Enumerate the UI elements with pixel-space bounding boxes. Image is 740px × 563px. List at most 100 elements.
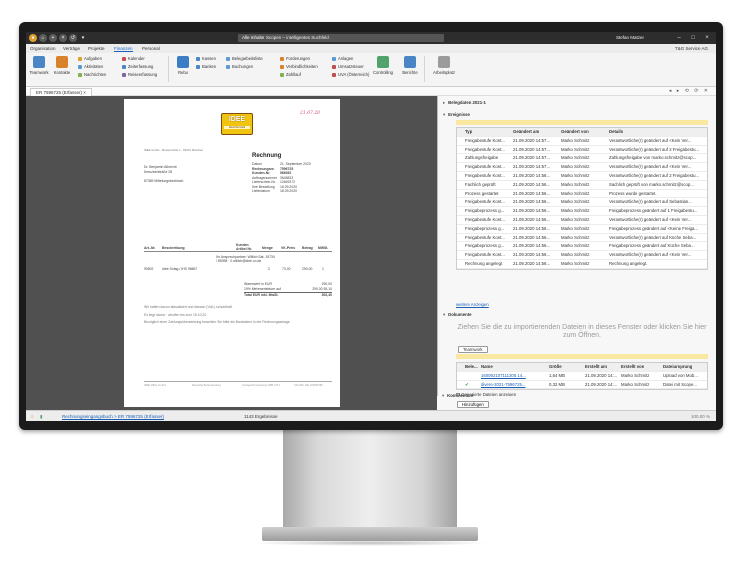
belegarbeitsliste-button[interactable]: Belegarbeitsliste (226, 56, 263, 62)
column-header[interactable]: Größe (549, 363, 562, 371)
tab-close-icon[interactable]: × (83, 90, 86, 95)
nachrichten-button[interactable]: Nachrichten (78, 72, 106, 78)
status-breadcrumb[interactable]: Rechnungseingangsbuch > ER 7596725 (Erfa… (62, 414, 164, 419)
close-circle-icon[interactable]: × (59, 34, 67, 42)
maximize-icon[interactable]: □ (688, 33, 698, 43)
pdf-viewer[interactable]: IDEE Allesinformatik 21.07.20 IDEE GmbH … (26, 96, 437, 410)
collapse-icon[interactable]: ▾ (442, 393, 444, 399)
verbindlichkeiten-button[interactable]: Verbindlichkeiten (280, 64, 318, 70)
event-row[interactable]: Freigabestufe Kont... 21.09.2020 14:57...… (457, 137, 707, 146)
ereignisse-header[interactable]: ▾ Ereignisse (443, 112, 470, 118)
search-category[interactable]: Alle Inhalte (242, 34, 264, 42)
kassen-button[interactable]: Kassen (196, 56, 216, 62)
forderungen-button[interactable]: Forderungen (280, 56, 310, 62)
column-header[interactable]: Geändert am (513, 128, 539, 136)
event-cell: Freigabeprozess g... (465, 243, 505, 249)
column-header[interactable]: Typ (465, 128, 472, 136)
nachrichten-label: Nachrichten (84, 72, 107, 77)
tab-vertraege[interactable]: Verträge (63, 46, 80, 51)
banken-button[interactable]: Banken (196, 64, 216, 70)
user-name[interactable]: Stefan Matzer (616, 35, 644, 40)
event-cell: 21.09.2020 14:57... (513, 137, 551, 143)
navigation-icons[interactable]: ◂ ▸ ⟲ ⟳ ✕ (669, 88, 710, 94)
teamwork-button[interactable]: Teamwork (28, 56, 50, 75)
event-row[interactable]: Prozess gestartet 21.09.2020 14:56... Mark… (457, 190, 707, 199)
event-row[interactable]: Freigabestufe Kont... 21.09.2020 14:56...… (457, 198, 707, 208)
file-dropzone[interactable]: Ziehen Sie die zu importierenden Dateien… (456, 324, 708, 344)
uva-button[interactable]: UVA (Österreich) (332, 72, 369, 78)
event-row[interactable]: Freigabeprozess g... 21.09.2020 14:56... M… (457, 225, 707, 234)
event-row[interactable]: Freigabeprozess g... 21.09.2020 14:56... M… (457, 242, 707, 252)
reiseerfassung-button[interactable]: Reiseerfassung (122, 72, 157, 78)
event-row[interactable]: Freigabestufe Kont... 21.09.2020 14:56...… (457, 251, 707, 260)
aufgaben-button[interactable]: Aufgaben (78, 56, 102, 62)
tab-projekte[interactable]: Projekte (88, 46, 105, 51)
teamwork-tab-button[interactable]: Teamwork (458, 346, 488, 353)
add-icon[interactable]: + (49, 34, 57, 42)
controlling-button[interactable]: Controlling (372, 56, 394, 75)
zoom-level[interactable]: 100.00 % (691, 414, 710, 419)
zeiterfassung-button[interactable]: Zeiterfassung (122, 64, 153, 70)
menu-tabs: Organisation Verträge Projekte Finanzen … (26, 44, 716, 53)
history-icon[interactable]: ↺ (69, 34, 77, 42)
home-icon[interactable]: ⌂ (39, 34, 47, 42)
column-header[interactable]: Erstellt am (585, 363, 607, 371)
event-cell: 21.09.2020 14:57... (513, 164, 551, 170)
event-row[interactable]: Freigabestufe Kont... 21.09.2020 14:56...… (457, 234, 707, 243)
event-row[interactable]: Freigabeprozess g... 21.09.2020 14:56... M… (457, 207, 707, 216)
document-link[interactable]: divere-2021-7596725... (481, 381, 547, 389)
document-cell: Upload von Mob... (663, 372, 698, 378)
column-header[interactable]: Bele... (465, 363, 478, 371)
group-by-bar[interactable] (456, 120, 708, 125)
buchungen-button[interactable]: Buchungen (226, 64, 253, 70)
search-input[interactable]: Alle Inhalte Scopen – intelligentes Such… (238, 34, 444, 42)
column-header[interactable]: Dateiursprung (663, 363, 692, 371)
note-line: Es liegt davon · abolfen bis zum 15.10.2… (144, 312, 207, 317)
tab-personal[interactable]: Personal (142, 46, 160, 51)
kassen-label: Kassen (202, 56, 216, 61)
umsatzsteuer-button[interactable]: Umsatzsteuer (332, 64, 364, 70)
collapse-icon[interactable]: ▾ (443, 112, 445, 118)
column-header[interactable]: Details (609, 128, 623, 136)
document-row[interactable]: 160092107111305 14... 1,64 MB 21.09.2020 1… (457, 372, 707, 381)
tab-organisation[interactable]: Organisation (30, 46, 56, 51)
arbeitsplatz-button[interactable]: Arbeitsplatz (430, 56, 458, 75)
event-cell: 21.09.2020 14:56... (513, 190, 551, 196)
rebu-button[interactable]: Rebu (172, 56, 194, 75)
event-cell: Verantwortliche(r) geändert auf <Kein Ve… (609, 164, 692, 170)
warning-icon[interactable]: ⚠ (30, 414, 34, 420)
document-link[interactable]: 160092107111305 14... (481, 372, 547, 380)
event-row[interactable]: Freigabestufe Kont... 21.09.2020 14:57...… (457, 146, 707, 155)
event-cell: Verantwortliche(r) geändert auf Sebastia… (609, 199, 692, 205)
zahllauf-button[interactable]: Zahllauf (280, 72, 301, 78)
expand-icon[interactable]: ▸ (443, 100, 445, 106)
kommentare-header[interactable]: ▾ Kommentare (442, 393, 473, 399)
anlagen-button[interactable]: Anlagen (332, 56, 353, 62)
event-row[interactable]: Freigabestufe Kont... 21.09.2020 14:57...… (457, 163, 707, 172)
close-icon[interactable]: × (702, 33, 712, 43)
event-row[interactable]: Freigabestufe Kont... 21.09.2020 14:56...… (457, 172, 707, 181)
group-by-bar[interactable] (456, 354, 708, 359)
berichte-button[interactable]: Berichte (399, 56, 421, 75)
minimize-icon[interactable]: – (674, 33, 684, 43)
aktivitaeten-button[interactable]: Aktivitäten (78, 64, 103, 70)
event-row[interactable]: Zahlungsfreigabe 21.09.2020 14:57... Marko… (457, 154, 707, 164)
column-header[interactable]: Name (481, 363, 493, 371)
tab-finanzen[interactable]: Finanzen (114, 46, 133, 52)
more-link[interactable]: weitere Anzeigen (456, 302, 489, 307)
dropdown-icon[interactable]: ▾ (79, 34, 87, 42)
kontakte-button[interactable]: Kontakte (51, 56, 73, 75)
belegdaten-header[interactable]: ▸ Belegdaten 2021-1 (443, 100, 486, 106)
dokumente-header[interactable]: ▾ Dokumente (443, 312, 472, 318)
collapse-icon[interactable]: ▾ (443, 312, 445, 318)
document-row[interactable]: ✔ divere-2021-7596725... 0,32 MB 21.09.2020… (457, 381, 707, 390)
add-comment-button[interactable]: Hinzufügen (457, 401, 489, 408)
column-header[interactable]: Erstellt von (621, 363, 644, 371)
document-tab[interactable]: ER 7596725 (Erfasser) × (30, 88, 92, 96)
event-row[interactable]: Rechnung angelegt 21.09.2020 14:56... Mark… (457, 260, 707, 269)
column-header[interactable]: Geändert von (561, 128, 589, 136)
event-row[interactable]: Freigabestufe Kont... 21.09.2020 14:56...… (457, 216, 707, 225)
event-row[interactable]: Fachlich geprüft 21.09.2020 14:56... Marko… (457, 181, 707, 190)
kalender-button[interactable]: Kalender (122, 56, 145, 62)
event-cell: Marko Schmitz (561, 155, 590, 161)
